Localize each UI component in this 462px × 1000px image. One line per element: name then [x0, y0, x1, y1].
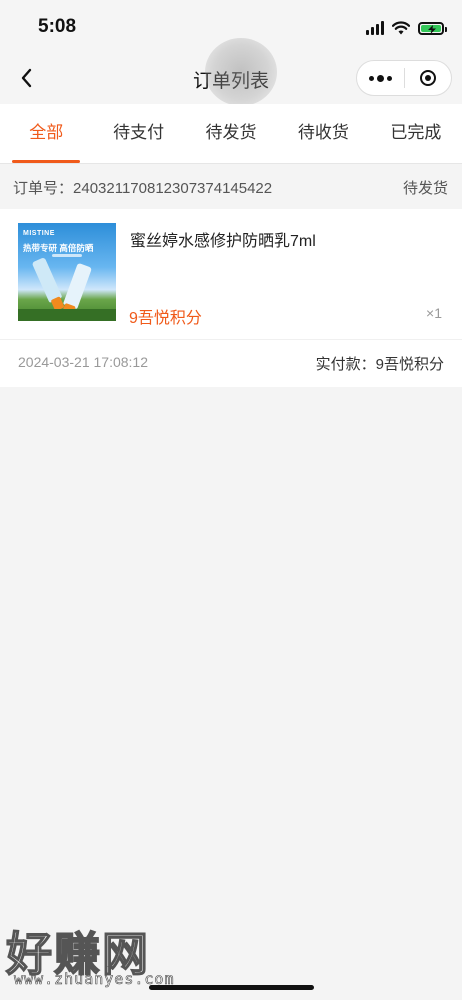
order-time: 2024-03-21 17:08:12 [18, 354, 148, 370]
divider [0, 339, 462, 340]
paid-label: 实付款： [315, 356, 376, 373]
order-number-label: 订单号： [13, 179, 74, 197]
tab-pending-shipment[interactable]: 待发货 [185, 104, 277, 163]
order-header: 订单号：240321170812307374145422 待发货 [0, 165, 462, 209]
close-miniprogram-icon[interactable] [405, 70, 451, 86]
order-number: 订单号：240321170812307374145422 [13, 177, 272, 198]
product-image: MISTINE 热带专研 高倍防晒 [18, 223, 116, 321]
order-status-tabs: 全部 待支付 待发货 待收货 已完成 [0, 104, 462, 164]
watermark: 好赚网 www.zhuanyes.com [5, 918, 196, 990]
tab-completed[interactable]: 已完成 [370, 104, 462, 163]
order-number-value: 240321170812307374145422 [73, 179, 273, 197]
wifi-icon [392, 21, 410, 35]
home-indicator [149, 985, 314, 990]
miniprogram-capsule [356, 60, 452, 96]
product-name: 蜜丝婷水感修护防晒乳7ml [130, 233, 316, 250]
tab-pending-receipt[interactable]: 待收货 [277, 104, 369, 163]
more-icon[interactable] [357, 61, 404, 95]
battery-icon [418, 21, 447, 35]
product-image-slogan: 热带专研 高倍防晒 [23, 243, 94, 253]
product-quantity: ×1 [426, 305, 442, 321]
tab-all[interactable]: 全部 [0, 104, 92, 163]
order-card[interactable]: MISTINE 热带专研 高倍防晒 蜜丝婷水感修护防晒乳7ml 9吾悦积分 ×1… [0, 209, 462, 387]
order-status: 待发货 [402, 179, 448, 197]
status-time: 5:08 [38, 16, 77, 37]
touch-indicator [205, 38, 277, 106]
paid-value: 9吾悦积分 [375, 356, 444, 373]
signal-icon [366, 21, 384, 35]
product-image-brand: MISTINE [23, 230, 55, 237]
tab-pending-payment[interactable]: 待支付 [92, 104, 184, 163]
product-price: 9吾悦积分 [129, 310, 202, 327]
paid-amount: 实付款：9吾悦积分 [316, 353, 444, 374]
